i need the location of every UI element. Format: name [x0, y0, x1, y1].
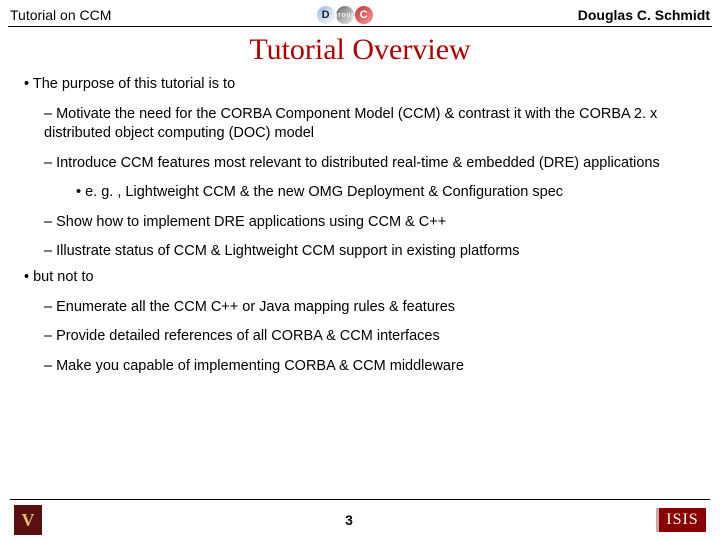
bullet-level2: Enumerate all the CCM C++ or Java mappin… [44, 298, 702, 318]
slide-title: Tutorial Overview [0, 33, 720, 67]
author-name: Douglas C. Schmidt [578, 7, 710, 23]
isis-logo-text: ISIS [666, 511, 698, 529]
bullet-level2: Make you capable of implementing CORBA &… [44, 357, 702, 377]
bullet-level2: Introduce CCM features most relevant to … [44, 154, 702, 174]
bullet-level1: but not to [24, 268, 702, 288]
bullet-level1: The purpose of this tutorial is to [24, 75, 702, 95]
bullet-level2: Show how to implement DRE applications u… [44, 213, 702, 233]
doc-group-logo: D group C [317, 6, 373, 24]
slide-body: The purpose of this tutorial is to Motiv… [0, 75, 720, 376]
logo-letter-c: C [355, 6, 373, 24]
vanderbilt-logo: V [14, 505, 42, 535]
header-divider [8, 26, 712, 27]
slide-footer: V 3 ISIS [0, 500, 720, 540]
vanderbilt-v: V [22, 510, 35, 531]
bullet-level3: e. g. , Lightweight CCM & the new OMG De… [76, 183, 702, 203]
isis-logo: ISIS [656, 508, 706, 532]
slide-header: Tutorial on CCM D group C Douglas C. Sch… [0, 0, 720, 26]
logo-letter-d: D [317, 6, 335, 24]
bullet-level2: Provide detailed references of all CORBA… [44, 327, 702, 347]
bullet-level2: Illustrate status of CCM & Lightweight C… [44, 242, 702, 262]
page-number: 3 [345, 512, 353, 528]
bullet-level2: Motivate the need for the CORBA Componen… [44, 105, 702, 144]
logo-letter-group: group [336, 6, 354, 24]
tutorial-name: Tutorial on CCM [10, 7, 111, 23]
